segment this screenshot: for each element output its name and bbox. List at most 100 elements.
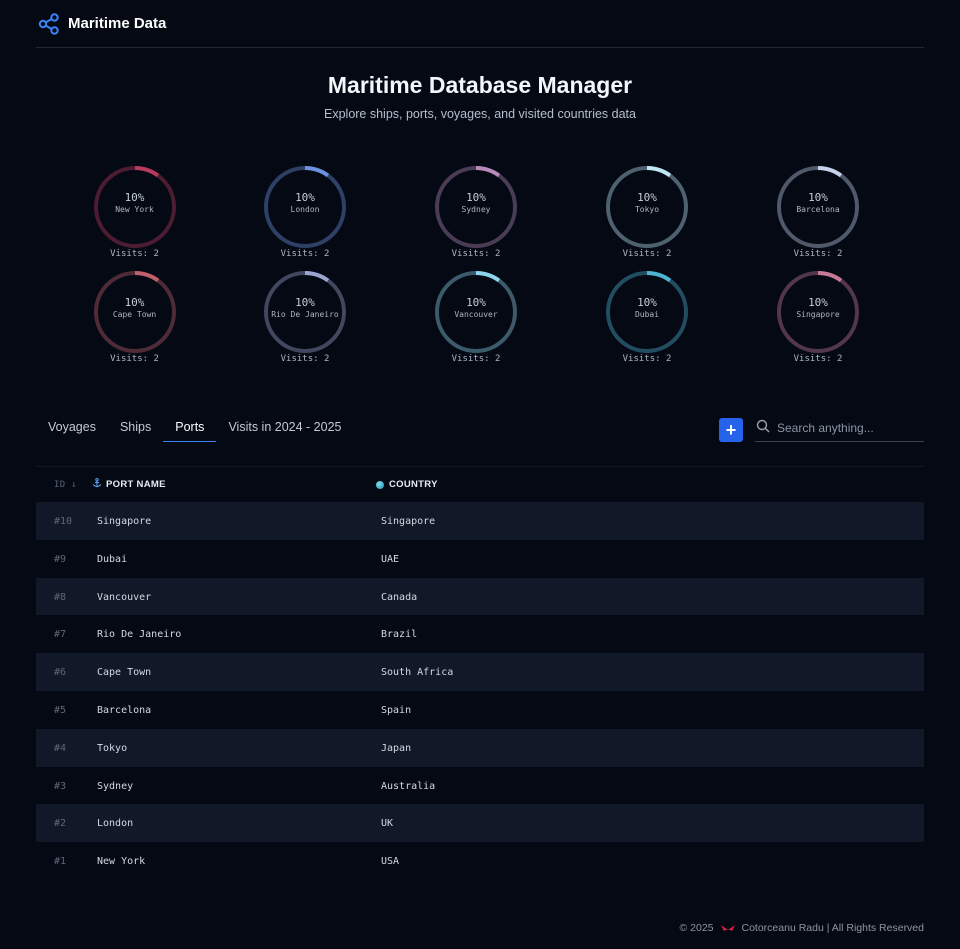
anchor-icon xyxy=(92,478,102,491)
row-id: #5 xyxy=(54,704,67,716)
gauge-new-york: 10% New York Visits: 2 xyxy=(90,162,180,259)
table-body: #10 Singapore Singapore #9 Dubai UAE #8 Vancouv… xyxy=(36,502,924,880)
gauge-sydney: 10% Sydney Visits: 2 xyxy=(431,162,521,259)
gauge-percent: 10% xyxy=(295,191,315,204)
gauge-visits: Visits: 2 xyxy=(280,354,330,364)
gauge-percent: 10% xyxy=(124,296,145,309)
row-country: Australia xyxy=(381,780,436,792)
footer: © 2025 Cotorceanu Radu | All Rights Rese… xyxy=(679,922,924,934)
globe-icon xyxy=(376,480,384,489)
row-id: #7 xyxy=(54,629,67,641)
search-icon xyxy=(756,419,770,438)
gauge-visits: Visits: 2 xyxy=(793,354,843,364)
gauge-visits: Visits: 2 xyxy=(280,249,330,259)
tab-visits-in-2024-2025[interactable]: Visits in 2024 - 2025 xyxy=(216,412,353,442)
gauge-visits: Visits: 2 xyxy=(451,249,501,259)
table-row[interactable]: #6 Cape Town South Africa xyxy=(36,653,924,691)
row-id: #1 xyxy=(54,856,67,868)
row-id: #6 xyxy=(54,667,67,679)
footer-copyright: © 2025 xyxy=(679,922,714,934)
row-country: Japan xyxy=(381,742,412,754)
row-country: Brazil xyxy=(381,629,418,641)
row-country: Singapore xyxy=(381,516,436,527)
gauge-rio-de-janeiro: 10% Rio De Janeiro Visits: 2 xyxy=(260,267,350,364)
row-id: #9 xyxy=(54,553,67,565)
gauge-port-name: Dubai xyxy=(634,310,660,319)
gauge-visits: Visits: 2 xyxy=(793,249,843,259)
column-header-country-label: COUNTRY xyxy=(389,479,438,490)
row-id: #10 xyxy=(54,516,73,527)
tab-bar: Voyages Ships Ports Visits in 2024 - 2025 xyxy=(36,412,353,442)
footer-author: Cotorceanu Radu | All Rights Reserved xyxy=(741,922,925,934)
row-port-name: Vancouver xyxy=(97,591,152,603)
table-row[interactable]: #2 London UK xyxy=(36,804,924,843)
gauge-visits: Visits: 2 xyxy=(110,249,159,259)
gauge-port-name: Tokyo xyxy=(634,205,660,214)
gauge-port-name: London xyxy=(290,205,320,214)
gauge-visits: Visits: 2 xyxy=(451,354,501,364)
gauge-percent: 10% xyxy=(637,296,657,309)
row-country: USA xyxy=(381,856,400,868)
table-row[interactable]: #1 New York USA xyxy=(36,842,924,880)
tab-ports[interactable]: Ports xyxy=(163,412,217,442)
gauge-port-name: Rio De Janeiro xyxy=(271,310,339,319)
table-row[interactable]: #10 Singapore Singapore xyxy=(36,502,924,540)
row-port-name: Barcelona xyxy=(97,704,152,716)
gauge-singapore: 10% Singapore Visits: 2 xyxy=(773,267,863,364)
tab-ships[interactable]: Ships xyxy=(108,412,163,442)
wings-logo-icon xyxy=(720,923,736,933)
gauge-percent: 10% xyxy=(466,191,486,204)
gauge-percent: 10% xyxy=(637,191,657,204)
gauge-port-name: Barcelona xyxy=(796,205,840,214)
table-row[interactable]: #9 Dubai UAE xyxy=(36,540,924,578)
column-header-id[interactable]: ID ↓ xyxy=(54,480,77,490)
gauge-vancouver: 10% Vancouver Visits: 2 xyxy=(431,267,521,364)
gauge-percent: 10% xyxy=(808,296,828,309)
gauge-port-name: Cape Town xyxy=(112,310,157,319)
row-id: #8 xyxy=(54,591,67,603)
gauge-visits: Visits: 2 xyxy=(110,354,159,364)
add-button[interactable]: + xyxy=(719,418,743,442)
column-header-country[interactable]: COUNTRY xyxy=(376,479,438,490)
row-port-name: Cape Town xyxy=(97,667,152,679)
row-port-name: Dubai xyxy=(97,553,128,565)
table-row[interactable]: #4 Tokyo Japan xyxy=(36,728,924,767)
gauge-port-name: Singapore xyxy=(796,310,840,319)
gauge-visits: Visits: 2 xyxy=(622,249,672,259)
column-header-port-name[interactable]: PORT NAME xyxy=(92,478,166,491)
row-country: UAE xyxy=(381,553,400,565)
gauge-port-name: Sydney xyxy=(461,205,491,214)
row-id: #2 xyxy=(54,818,67,830)
gauge-cape-town: 10% Cape Town Visits: 2 xyxy=(90,267,180,364)
gauge-tokyo: 10% Tokyo Visits: 2 xyxy=(602,162,692,259)
row-port-name: London xyxy=(97,818,134,830)
row-port-name: Rio De Janeiro xyxy=(97,629,182,641)
row-port-name: Singapore xyxy=(97,516,152,527)
gauge-percent: 10% xyxy=(808,191,828,204)
row-id: #4 xyxy=(54,742,67,754)
row-id: #3 xyxy=(54,780,67,792)
row-country: Spain xyxy=(381,704,412,716)
table-row[interactable]: #5 Barcelona Spain xyxy=(36,691,924,729)
row-country: Canada xyxy=(381,591,418,603)
gauge-percent: 10% xyxy=(466,296,486,309)
port-visit-gauges: 10% New York Visits: 2 10% London Visits: 2 10… xyxy=(0,0,960,400)
row-country: South Africa xyxy=(381,667,454,679)
row-port-name: Tokyo xyxy=(97,742,128,754)
gauge-port-name: Vancouver xyxy=(454,310,498,319)
table-row[interactable]: #7 Rio De Janeiro Brazil xyxy=(36,615,924,653)
table-row[interactable]: #8 Vancouver Canada xyxy=(36,577,924,616)
table-row[interactable]: #3 Sydney Australia xyxy=(36,767,924,805)
search-input[interactable] xyxy=(777,421,917,435)
row-port-name: Sydney xyxy=(97,780,134,792)
gauge-dubai: 10% Dubai Visits: 2 xyxy=(602,267,692,364)
ports-table: ID ↓ PORT NAME COUNTRY #10 Singapore Singa… xyxy=(36,466,924,880)
gauge-percent: 10% xyxy=(295,296,315,309)
table-header: ID ↓ PORT NAME COUNTRY xyxy=(36,466,924,502)
gauge-london: 10% London Visits: 2 xyxy=(260,162,350,259)
column-header-port-name-label: PORT NAME xyxy=(106,479,166,490)
row-country: UK xyxy=(381,818,394,830)
row-port-name: New York xyxy=(97,856,146,868)
tab-voyages[interactable]: Voyages xyxy=(36,412,108,442)
gauge-barcelona: 10% Barcelona Visits: 2 xyxy=(773,162,863,259)
